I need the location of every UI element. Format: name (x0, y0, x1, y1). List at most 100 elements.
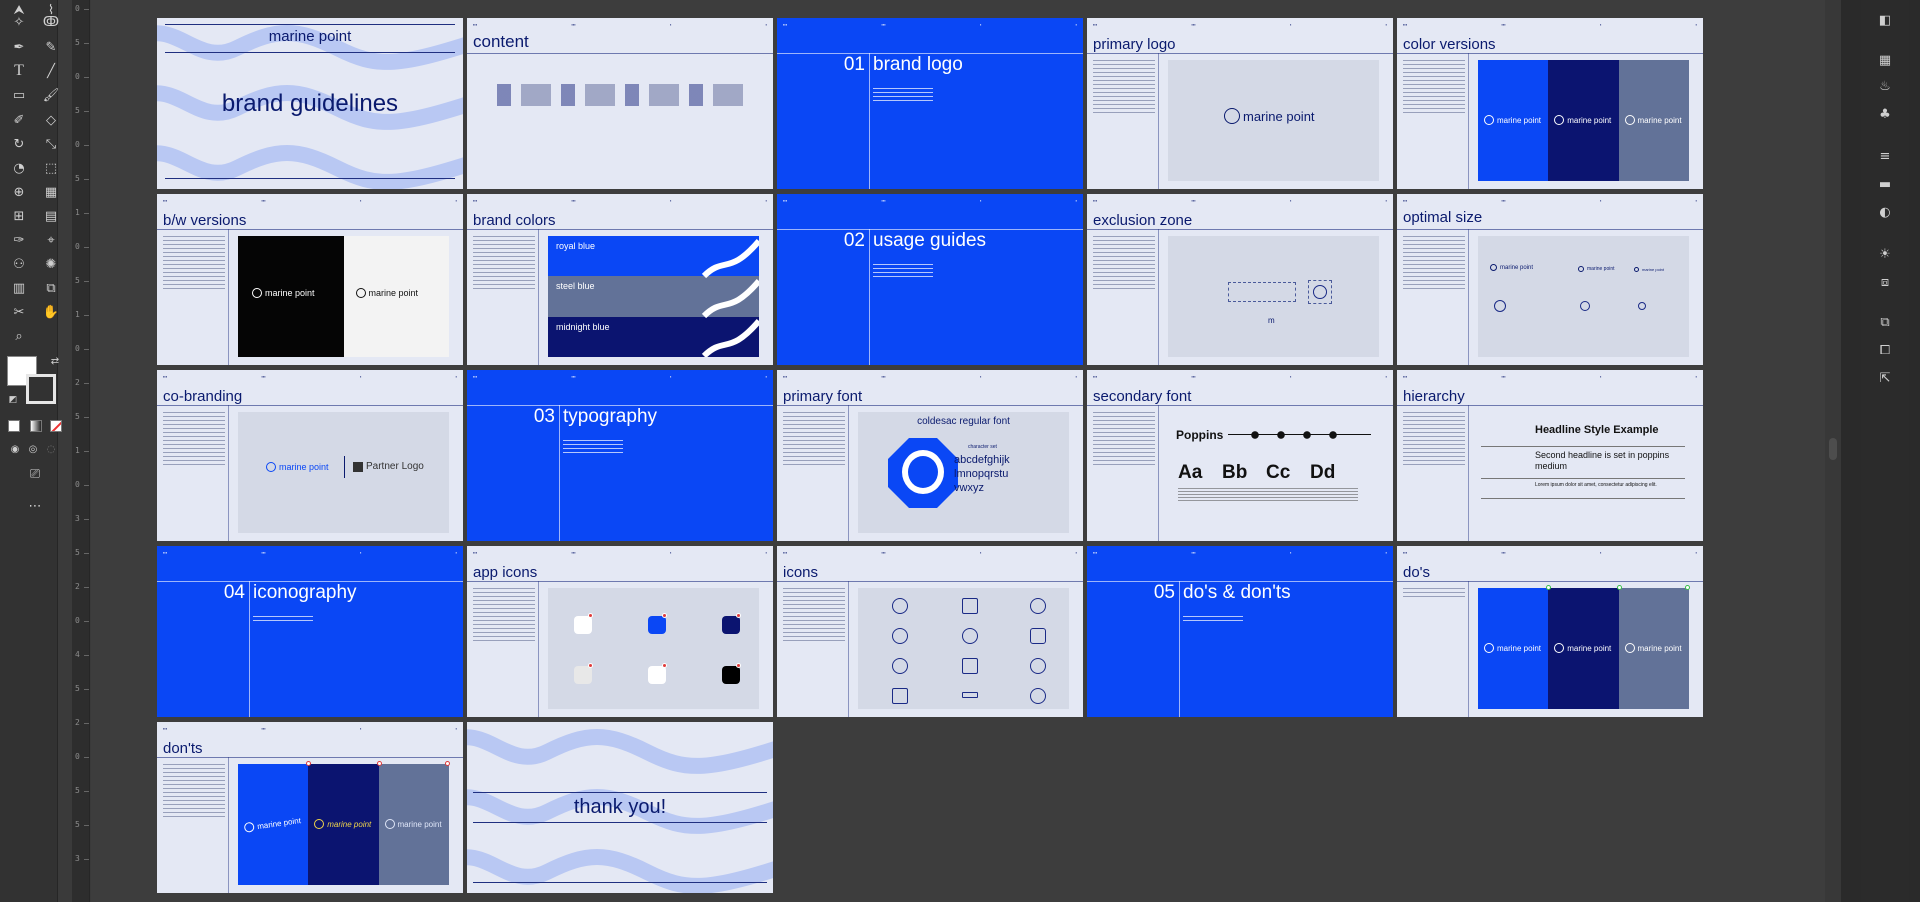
lighthouse-icon (892, 688, 908, 704)
shape-builder-tool-icon[interactable]: ⊕ (8, 182, 30, 202)
lasso-icon[interactable]: ↂ (40, 12, 62, 32)
canvas-scrollbar[interactable] (1825, 0, 1841, 902)
ruler-label: 0 (75, 72, 80, 81)
slice-tool-icon[interactable]: ✂ (8, 302, 30, 322)
artboard-brand-colors[interactable]: ▪▪▪ ▪▪▪ ▪ ▪ brand colors royal blue steel b… (467, 194, 773, 365)
more-tools-icon[interactable]: ⋯ (24, 496, 46, 516)
artboard-section-05[interactable]: ▪▪▪ ▪▪▪ ▪ ▪ 05 do's & don'ts (1087, 546, 1393, 717)
ruler-tick (84, 383, 89, 384)
draw-inside-icon[interactable]: ◌ (40, 440, 62, 460)
artboard-primary-logo[interactable]: ▪▪▪ ▪▪▪ ▪ ▪ primary logo marine point (1087, 18, 1393, 189)
artboard-co-branding[interactable]: ▪▪▪ ▪▪▪ ▪ ▪ co-branding marine point Partne… (157, 370, 463, 541)
ruler-label: 5 (75, 548, 80, 557)
mesh-tool-icon[interactable]: ⊞ (8, 206, 30, 226)
brushes-icon[interactable]: ♨ (1875, 76, 1895, 96)
ruler-tick (84, 689, 89, 690)
screen-mode-icon[interactable]: ⎚ (24, 464, 46, 484)
section-title: usage guides (873, 230, 987, 251)
color-mode-icon[interactable] (8, 420, 20, 432)
stroke-swatch[interactable] (26, 374, 56, 404)
none-mode-icon[interactable] (50, 420, 62, 432)
appearance-icon[interactable]: ☀ (1875, 244, 1895, 264)
artboard-icons[interactable]: ▪▪▪ ▪▪▪ ▪ ▪ icons (777, 546, 1083, 717)
symbols-icon[interactable]: ♣ (1875, 104, 1895, 124)
pen-tool-icon[interactable]: ✒ (8, 37, 30, 57)
artboard-content[interactable]: ▪▪▪ ▪▪▪ ▪ ▪ content (467, 18, 773, 189)
free-transform-tool-icon[interactable]: ⬚ (40, 158, 62, 178)
artboard-section-03[interactable]: ▪▪▪ ▪▪▪ ▪ ▪ 03 typography (467, 370, 773, 541)
hand-tool-icon[interactable]: ✋ (40, 302, 62, 322)
zoom-tool-icon[interactable]: ⌕ (8, 326, 30, 346)
shaper-tool-icon[interactable]: ✐ (8, 110, 30, 130)
ruler-tick (84, 791, 89, 792)
eyedropper-tool-icon[interactable]: ✑ (8, 230, 30, 250)
ruler-tick (84, 349, 89, 350)
export-icon[interactable]: ⇱ (1875, 368, 1895, 388)
logo-wordmark: marine point (1500, 264, 1534, 271)
stroke-icon[interactable]: ≡ (1875, 146, 1895, 166)
artboard-app-icons[interactable]: ▪▪▪ ▪▪▪ ▪ ▪ app icons (467, 546, 773, 717)
rectangle-tool-icon[interactable]: ▭ (8, 85, 30, 105)
gradient-mode-icon[interactable] (30, 420, 42, 432)
blend-tool-icon[interactable]: ⚇ (8, 254, 30, 274)
warp-tool-icon[interactable]: ◔ (8, 158, 30, 178)
swap-fill-stroke-icon[interactable]: ⇄ (44, 352, 66, 372)
gradient-tool-icon[interactable]: ▤ (40, 206, 62, 226)
type-tool-icon[interactable]: T (8, 61, 30, 81)
libraries-icon[interactable]: ▦ (1875, 50, 1895, 70)
artboard-tool-icon[interactable]: ⧉ (40, 278, 62, 298)
artboard-canvas[interactable]: marine point brand guidelines ▪▪▪ ▪▪▪ ▪ ▪ c… (91, 0, 1825, 902)
transparency-icon[interactable]: ◐ (1875, 202, 1895, 222)
layers-icon[interactable]: ⧉ (1875, 312, 1895, 332)
artboard-donts[interactable]: ▪▪▪ ▪▪▪ ▪ ▪ don'ts marine point marine poin… (157, 722, 463, 893)
ruler-tick (84, 723, 89, 724)
artboard-hierarchy[interactable]: ▪▪▪ ▪▪▪ ▪ ▪ hierarchy Headline Style Exampl… (1397, 370, 1703, 541)
artboard-secondary-font[interactable]: ▪▪▪ ▪▪▪ ▪ ▪ secondary font Poppins Aa Bb Cc… (1087, 370, 1393, 541)
artboard-section-02[interactable]: ▪▪▪ ▪▪▪ ▪ ▪ 02 usage guides (777, 194, 1083, 365)
graphic-styles-icon[interactable]: ⧈ (1875, 272, 1895, 292)
artboard-color-versions[interactable]: ▪▪▪ ▪▪▪ ▪ ▪ color versions marine point mar… (1397, 18, 1703, 189)
slide-header: ▪▪▪ ▪▪▪ ▪ ▪ (1403, 550, 1697, 555)
perspective-grid-tool-icon[interactable]: ▦ (40, 182, 62, 202)
color-name-royal: royal blue (556, 241, 596, 251)
artboard-primary-font[interactable]: ▪▪▪ ▪▪▪ ▪ ▪ primary font coldesac regular f… (777, 370, 1083, 541)
artboard-section-01[interactable]: ▪▪▪ ▪▪▪ ▪ ▪ 01 brand logo (777, 18, 1083, 189)
rotate-tool-icon[interactable]: ↻ (8, 134, 30, 154)
properties-icon[interactable]: ◧ (1875, 10, 1895, 30)
cover-brand-name: marine point (268, 28, 352, 45)
measure-tool-icon[interactable]: ⌖ (40, 230, 62, 250)
artboards-panel-icon[interactable]: ⧠ (1875, 340, 1895, 360)
artboard-optimal-size[interactable]: ▪▪▪ ▪▪▪ ▪ ▪ optimal size marine point marin… (1397, 194, 1703, 365)
app-icon-white (648, 666, 666, 684)
anchor-icon (1578, 266, 1584, 272)
gradient-panel-icon[interactable]: ▬ (1875, 174, 1895, 194)
artboard-section-04[interactable]: ▪▪▪ ▪▪▪ ▪ ▪ 04 iconography (157, 546, 463, 717)
curvature-tool-icon[interactable]: ✎ (40, 37, 62, 57)
eraser-tool-icon[interactable]: ◇ (40, 110, 62, 130)
symbol-sprayer-tool-icon[interactable]: ✺ (40, 254, 62, 274)
paintbrush-tool-icon[interactable]: 🖌 (40, 85, 62, 105)
slide-title: don'ts (163, 740, 203, 757)
color-name-midnight: midnight blue (556, 321, 610, 332)
logo-display: marine point (1168, 60, 1379, 181)
artboard-exclusion-zone[interactable]: ▪▪▪ ▪▪▪ ▪ ▪ exclusion zone m (1087, 194, 1393, 365)
artboard-dos[interactable]: ▪▪▪ ▪▪▪ ▪ ▪ do's marine point marine point … (1397, 546, 1703, 717)
artboard-cover[interactable]: marine point brand guidelines (157, 18, 463, 189)
scrollbar-thumb[interactable] (1829, 438, 1837, 460)
ruler-tick (84, 111, 89, 112)
default-colors-icon[interactable]: ◩ (2, 390, 24, 410)
anchor-icon (1224, 108, 1240, 124)
artboard-thank-you[interactable]: thank you! (467, 722, 773, 893)
magic-wand-icon[interactable]: ✧ (8, 12, 30, 32)
line-tool-icon[interactable]: ╱ (40, 61, 62, 81)
scale-tool-icon[interactable]: ⤡ (40, 134, 62, 154)
slide-header: ▪▪▪ ▪▪▪ ▪ ▪ (473, 198, 767, 203)
ruler-label: 0 (75, 752, 80, 761)
anchor-icon (1554, 643, 1565, 653)
column-graph-tool-icon[interactable]: ▥ (8, 278, 30, 298)
charset-line-2: lmnopqrstu (954, 468, 1009, 480)
artboard-bw-versions[interactable]: ▪▪▪ ▪▪▪ ▪ ▪ b/w versions marine point marin… (157, 194, 463, 365)
slide-title: co-branding (163, 388, 243, 405)
section-number: 03 (533, 406, 555, 427)
anchor-icon (1624, 115, 1635, 125)
